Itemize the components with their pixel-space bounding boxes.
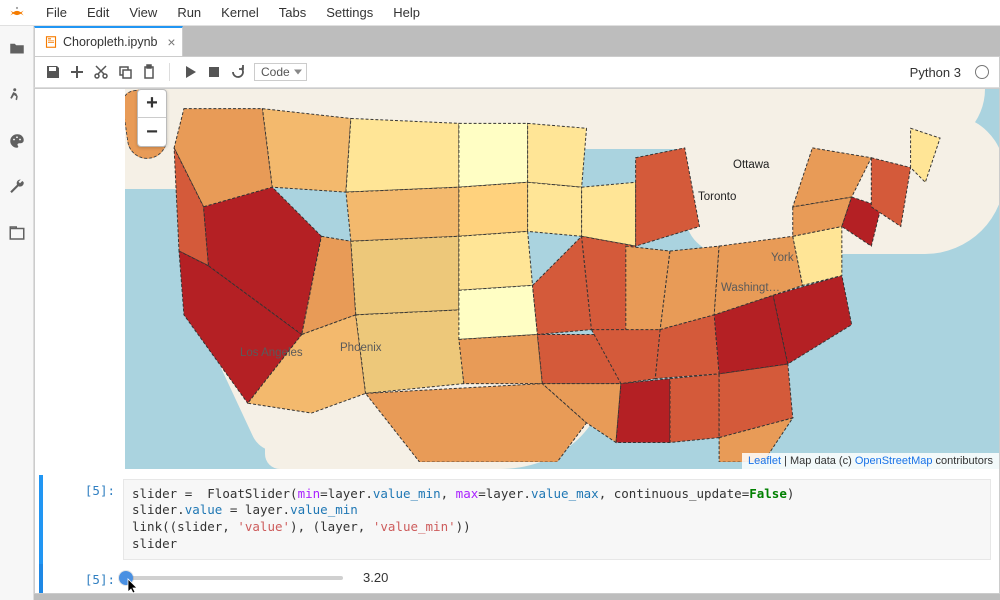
left-sidebar xyxy=(0,26,34,600)
city-label-la: Los Angeles xyxy=(240,347,303,359)
menu-kernel[interactable]: Kernel xyxy=(211,1,269,24)
kernel-indicator-icon[interactable] xyxy=(975,65,989,79)
leaflet-map[interactable]: + − Los Angeles Phoenix Toronto Ottawa Y… xyxy=(125,89,999,469)
code-input[interactable]: slider = FloatSlider(min=layer.value_min… xyxy=(123,479,991,561)
cell-type-select[interactable]: Code xyxy=(254,63,307,81)
menu-bar: File Edit View Run Kernel Tabs Settings … xyxy=(0,0,1000,26)
osm-link[interactable]: OpenStreetMap xyxy=(855,455,933,467)
wrench-icon[interactable] xyxy=(8,178,26,196)
stop-icon[interactable] xyxy=(206,64,222,80)
menu-view[interactable]: View xyxy=(119,1,167,24)
map-attribution: Leaflet | Map data (c) OpenStreetMap con… xyxy=(742,453,999,469)
slider-thumb[interactable] xyxy=(119,571,133,585)
folder-icon[interactable] xyxy=(8,40,26,58)
slider-track[interactable] xyxy=(123,576,343,580)
zoom-in-button[interactable]: + xyxy=(138,90,166,118)
toolbar-separator xyxy=(169,63,170,81)
running-icon[interactable] xyxy=(8,86,26,104)
notebook-icon xyxy=(45,36,57,48)
copy-icon[interactable] xyxy=(117,64,133,80)
run-icon[interactable] xyxy=(182,64,198,80)
tab-title: Choropleth.ipynb xyxy=(63,35,158,49)
tabs-icon[interactable] xyxy=(8,224,26,242)
city-label-ny: York xyxy=(771,252,794,264)
input-prompt: [5]: xyxy=(43,479,123,561)
city-label-phoenix: Phoenix xyxy=(340,342,382,354)
add-cell-icon[interactable] xyxy=(69,64,85,80)
save-icon[interactable] xyxy=(45,64,61,80)
city-label-dc: Washingt… xyxy=(721,282,780,294)
kernel-name[interactable]: Python 3 xyxy=(910,65,961,80)
city-label-toronto: Toronto xyxy=(698,191,736,203)
tab-close-icon[interactable]: × xyxy=(167,34,175,50)
leaflet-link[interactable]: Leaflet xyxy=(748,455,781,467)
menu-settings[interactable]: Settings xyxy=(316,1,383,24)
code-cell[interactable]: [5]: slider = FloatSlider(min=layer.valu… xyxy=(39,475,999,565)
menu-tabs[interactable]: Tabs xyxy=(269,1,316,24)
jupyter-logo xyxy=(6,2,28,24)
menu-help[interactable]: Help xyxy=(383,1,430,24)
output-prompt: [5]: xyxy=(43,568,123,589)
zoom-control: + − xyxy=(137,89,167,147)
output-cell: [5]: 3.20 xyxy=(39,564,999,593)
notebook-toolbar: Code Python 3 xyxy=(34,56,1000,88)
cut-icon[interactable] xyxy=(93,64,109,80)
city-label-ottawa: Ottawa xyxy=(733,159,769,171)
tab-row: Choropleth.ipynb × xyxy=(34,26,1000,56)
menu-run[interactable]: Run xyxy=(167,1,211,24)
paste-icon[interactable] xyxy=(141,64,157,80)
choropleth-layer xyxy=(125,89,999,462)
slider-value: 3.20 xyxy=(363,570,388,585)
tab-notebook[interactable]: Choropleth.ipynb × xyxy=(34,26,183,56)
palette-icon[interactable] xyxy=(8,132,26,150)
menu-edit[interactable]: Edit xyxy=(77,1,119,24)
restart-icon[interactable] xyxy=(230,64,246,80)
menu-file[interactable]: File xyxy=(36,1,77,24)
zoom-out-button[interactable]: − xyxy=(138,118,166,146)
cell-type-label: Code xyxy=(261,65,290,79)
